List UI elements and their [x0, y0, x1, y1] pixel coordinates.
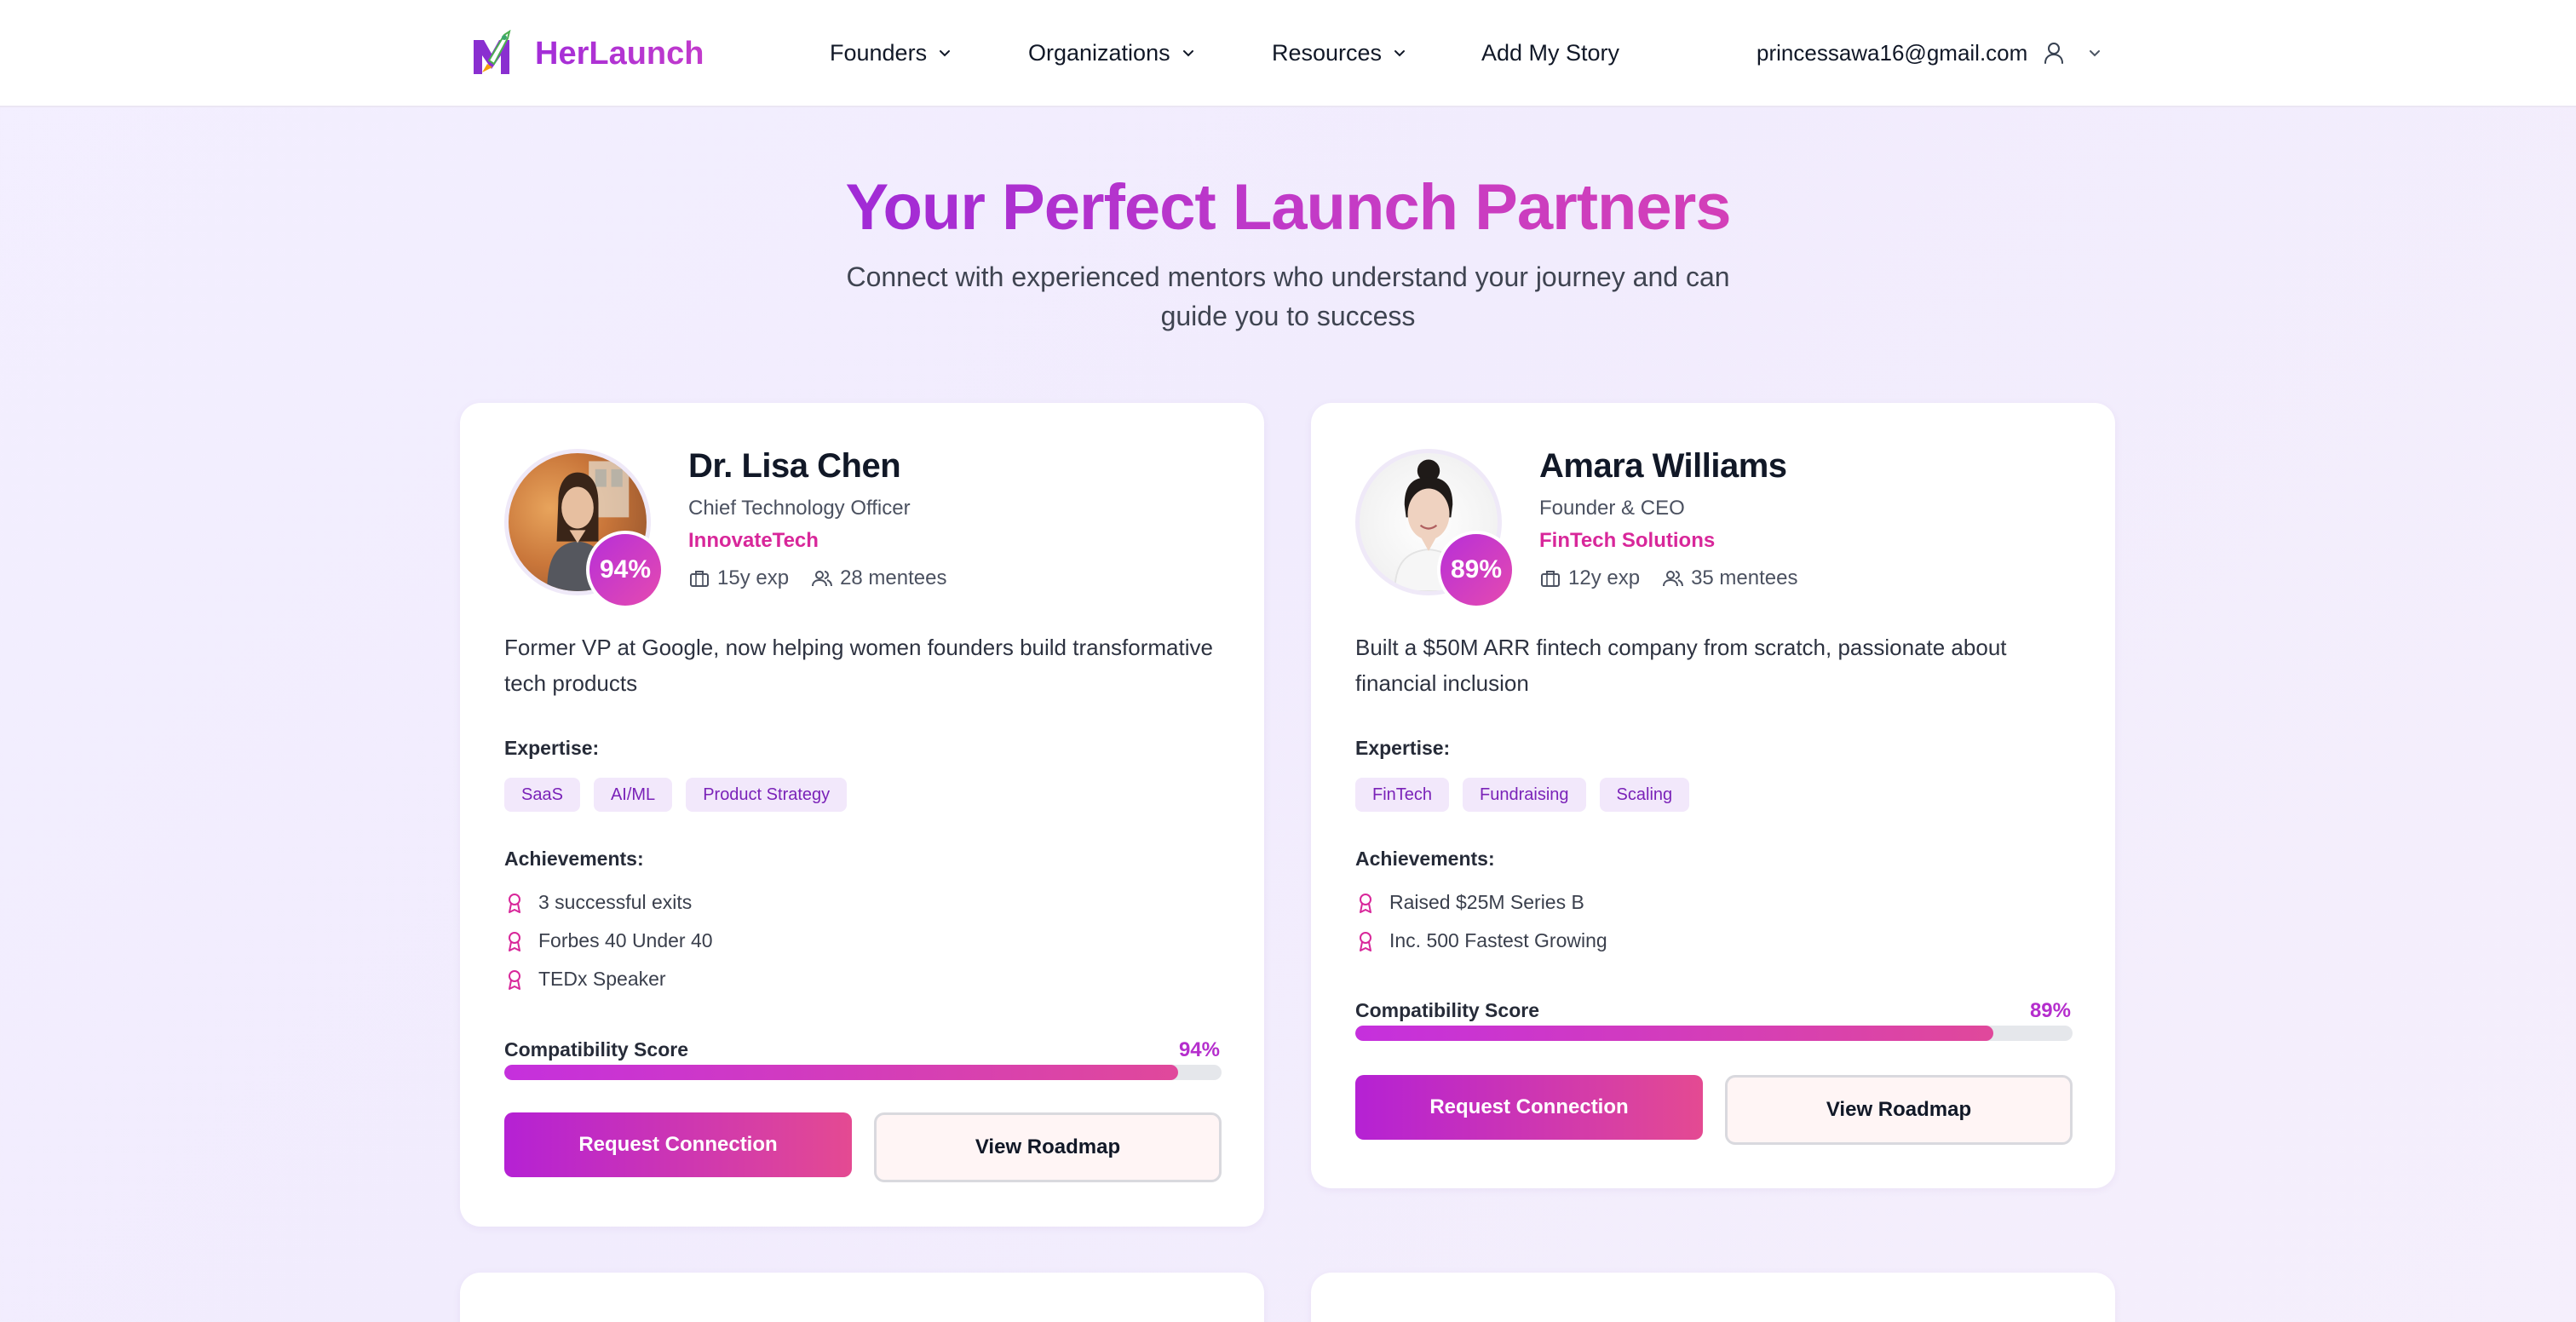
achievement-item: 3 successful exits [504, 883, 713, 922]
chevron-down-icon [2090, 50, 2101, 57]
award-icon [1360, 931, 1371, 951]
top-navbar: HerLaunch Founders Organizations Resourc… [0, 0, 2576, 107]
page-subtitle: Connect with experienced mentors who und… [846, 262, 1730, 331]
user-menu[interactable]: princessawa16@gmail.com [1757, 34, 2102, 72]
brand-name: HerLaunch [535, 35, 704, 72]
view-roadmap-button[interactable]: View Roadmap [1725, 1075, 2073, 1145]
users-icon [812, 571, 833, 587]
compatibility-value: 94% [1178, 1038, 1220, 1061]
award-icon [1360, 893, 1371, 913]
mentor-bio: Built a $50M ARR fintech company from sc… [1355, 635, 2007, 696]
mentor-card-partial [460, 1273, 1264, 1322]
award-icon [509, 931, 520, 951]
achievements-label: Achievements: [1355, 848, 1495, 870]
expertise-label: Expertise: [504, 737, 600, 759]
brand[interactable]: HerLaunch [470, 29, 704, 78]
users-icon [1663, 571, 1684, 587]
compatibility-bar [504, 1065, 1222, 1080]
experience-text: 15y exp [717, 566, 790, 589]
compatibility-bar-fill [504, 1065, 1179, 1080]
achievements-label: Achievements: [504, 848, 644, 870]
nav-organizations-label: Organizations [1028, 39, 1170, 66]
mentor-name: Amara Williams [1539, 447, 1787, 485]
achievement-item: Inc. 500 Fastest Growing [1355, 922, 1607, 960]
compatibility-bar [1355, 1026, 2073, 1041]
award-icon [509, 893, 520, 913]
mentees-stat: 35 mentees [1662, 566, 1797, 590]
mentor-card: 89% Amara Williams Founder & CEO FinTech… [1311, 403, 2115, 1188]
nav-founders-label: Founders [830, 39, 928, 66]
mentees-text: 35 mentees [1691, 566, 1798, 589]
achievement-text: Raised $25M Series B [1389, 891, 1584, 913]
chevron-down-icon [1394, 50, 1406, 57]
nav-add-my-story-label: Add My Story [1481, 39, 1620, 66]
achievement-text: Forbes 40 Under 40 [538, 929, 713, 951]
mentor-company: InnovateTech [688, 529, 819, 552]
request-connection-button[interactable]: Request Connection [504, 1112, 852, 1177]
award-icon [509, 969, 520, 990]
mentor-stats: 15y exp 28 mentees [688, 566, 969, 590]
mentor-role: Founder & CEO [1539, 497, 1685, 520]
mentor-name: Dr. Lisa Chen [688, 447, 901, 485]
briefcase-icon [690, 571, 709, 587]
mentees-stat: 28 mentees [811, 566, 946, 590]
achievement-text: Inc. 500 Fastest Growing [1389, 929, 1607, 951]
avatar-wrap: 89% [1355, 449, 1515, 609]
compatibility-label: Compatibility Score [504, 1038, 688, 1060]
page-title: Your Perfect Launch Partners [0, 167, 2576, 249]
experience-stat: 15y exp [688, 566, 789, 590]
nav-resources[interactable]: Resources [1272, 34, 1407, 72]
mentor-card: 94% Dr. Lisa Chen Chief Technology Offic… [460, 403, 1264, 1227]
match-badge: 89% [1437, 531, 1515, 609]
expertise-tags: SaaS AI/ML Product Strategy [504, 778, 860, 812]
expertise-tag: SaaS [504, 778, 580, 812]
match-badge: 94% [586, 531, 664, 609]
expertise-label: Expertise: [1355, 737, 1451, 759]
mentees-text: 28 mentees [840, 566, 947, 589]
compatibility-label: Compatibility Score [1355, 999, 1539, 1021]
briefcase-icon [1541, 571, 1560, 587]
achievement-item: Raised $25M Series B [1355, 883, 1607, 922]
expertise-tag: Fundraising [1463, 778, 1586, 812]
achievement-text: TEDx Speaker [538, 968, 666, 990]
mentor-stats: 12y exp 35 mentees [1539, 566, 1820, 590]
achievement-item: TEDx Speaker [504, 960, 713, 998]
expertise-tag: AI/ML [593, 778, 673, 812]
expertise-tag: Scaling [1599, 778, 1690, 812]
user-email: princessawa16@gmail.com [1757, 39, 2028, 66]
achievements-list: Raised $25M Series B Inc. 500 Fastest Gr… [1355, 883, 1607, 960]
page-title-text: Your Perfect Launch Partners [845, 171, 1731, 244]
nav-founders[interactable]: Founders [830, 34, 952, 72]
chevron-down-icon [1182, 50, 1193, 57]
request-connection-button[interactable]: Request Connection [1355, 1075, 1703, 1140]
rocket-logo-icon [474, 30, 511, 74]
achievement-item: Forbes 40 Under 40 [504, 922, 713, 960]
mentor-company: FinTech Solutions [1539, 529, 1716, 552]
achievements-list: 3 successful exits Forbes 40 Under 40 TE… [504, 883, 713, 998]
expertise-tag: Product Strategy [686, 778, 848, 812]
user-icon [2044, 43, 2064, 64]
experience-stat: 12y exp [1539, 566, 1640, 590]
mentor-role: Chief Technology Officer [688, 497, 911, 520]
expertise-tag: FinTech [1355, 778, 1450, 812]
compatibility-bar-fill [1355, 1026, 1994, 1041]
view-roadmap-button[interactable]: View Roadmap [874, 1112, 1222, 1182]
compatibility-value: 89% [2029, 999, 2071, 1022]
mentor-card-partial [1311, 1273, 2115, 1322]
experience-text: 12y exp [1568, 566, 1641, 589]
mentor-bio: Former VP at Google, now helping women f… [504, 635, 1213, 696]
nav-resources-label: Resources [1272, 39, 1383, 66]
nav-add-my-story[interactable]: Add My Story [1481, 34, 1619, 72]
nav-organizations[interactable]: Organizations [1028, 34, 1196, 72]
achievement-text: 3 successful exits [538, 891, 693, 913]
expertise-tags: FinTech Fundraising Scaling [1355, 778, 1703, 812]
chevron-down-icon [940, 50, 951, 57]
avatar-wrap: 94% [504, 449, 664, 609]
